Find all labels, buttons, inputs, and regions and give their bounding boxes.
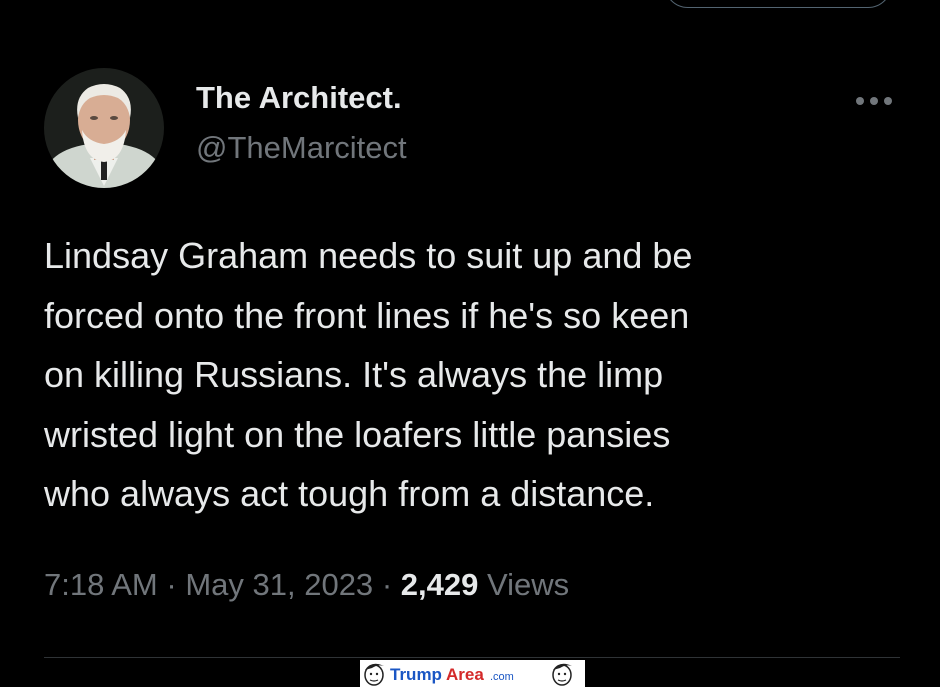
avatar[interactable] [44, 68, 164, 188]
watermark-logo: Trump Area .com [360, 660, 585, 687]
follow-button-edge[interactable] [664, 0, 892, 8]
watermark-suffix: .com [490, 671, 514, 683]
meta-separator: · [381, 567, 393, 602]
views-label: Views [486, 567, 570, 602]
views-count: 2,429 [400, 567, 479, 602]
more-horizontal-icon[interactable] [852, 92, 896, 110]
avatar-image [44, 68, 164, 188]
watermark-brand-2: Area [446, 665, 484, 684]
tweet-text: Lindsay Graham needs to suit up and be f… [44, 235, 693, 514]
user-handle[interactable]: @TheMarcitect [196, 130, 407, 166]
tweet-date[interactable]: May 31, 2023 [185, 567, 373, 602]
display-name[interactable]: The Architect. [196, 80, 402, 116]
tweet-meta: 7:18 AM · May 31, 2023 · 2,429 Views [44, 567, 569, 603]
meta-separator: · [166, 567, 177, 602]
tweet-time[interactable]: 7:18 AM [44, 567, 158, 602]
watermark-brand-1: Trump [390, 665, 442, 684]
divider [44, 657, 900, 658]
